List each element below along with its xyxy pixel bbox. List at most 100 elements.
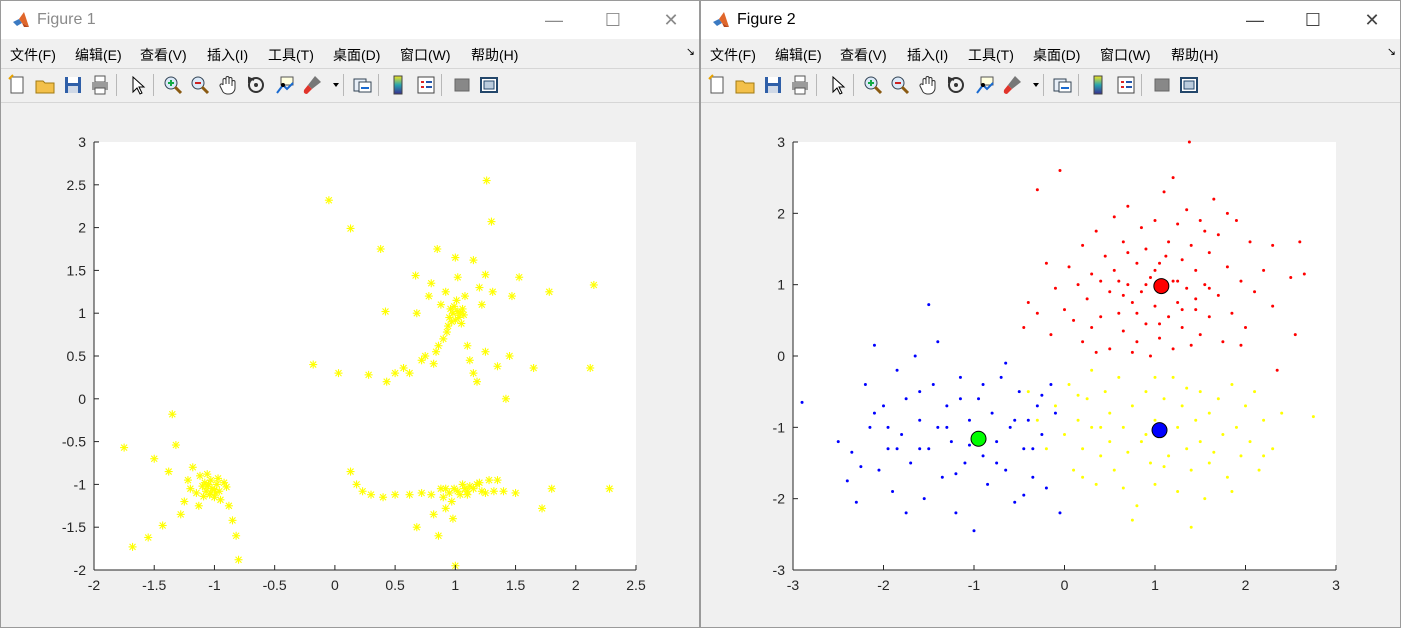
data-point — [1262, 418, 1266, 422]
maximize-button[interactable]: ☐ — [590, 5, 636, 35]
rotate-3d-icon[interactable] — [245, 74, 267, 96]
data-point — [475, 478, 484, 487]
data-point — [183, 476, 192, 485]
menu-tools[interactable]: 工具(T) — [268, 45, 314, 65]
pan-hand-icon[interactable] — [917, 74, 939, 96]
menu-insert[interactable]: 插入(I) — [207, 45, 248, 65]
print-icon[interactable] — [789, 74, 811, 96]
select-pointer-icon[interactable] — [126, 74, 148, 96]
menu-tools[interactable]: 工具(T) — [968, 45, 1014, 65]
insert-legend-icon[interactable] — [415, 74, 437, 96]
close-button[interactable]: ✕ — [1349, 5, 1395, 35]
data-point — [1081, 340, 1085, 344]
menu-window[interactable]: 窗口(W) — [1100, 45, 1151, 65]
figure2-toolbar — [701, 68, 1400, 103]
data-point — [1153, 482, 1157, 486]
data-point — [206, 476, 215, 485]
data-point — [1194, 308, 1198, 312]
link-plot-icon[interactable] — [1051, 74, 1073, 96]
pan-hand-icon[interactable] — [217, 74, 239, 96]
figure2-menubar: 文件(F) 编辑(E) 查看(V) 插入(I) 工具(T) 桌面(D) 窗口(W… — [701, 39, 1400, 68]
show-plot-tools-icon[interactable] — [478, 74, 500, 96]
figure2-axes[interactable]: -3 -2 -1 0 1 2 3 -3 -2 -1 0 1 2 3 — [701, 103, 1401, 628]
figure1-titlebar[interactable]: Figure 1 — ☐ ✕ — [1, 1, 699, 39]
brush-dropdown-icon[interactable] — [325, 74, 339, 96]
open-file-icon[interactable] — [734, 74, 756, 96]
menu-view[interactable]: 查看(V) — [140, 45, 187, 65]
brush-icon[interactable] — [301, 74, 323, 96]
minimize-button[interactable]: — — [531, 5, 577, 35]
insert-colorbar-icon[interactable] — [1087, 74, 1109, 96]
data-point — [845, 479, 849, 483]
rotate-3d-icon[interactable] — [945, 74, 967, 96]
data-point — [171, 441, 180, 450]
print-icon[interactable] — [89, 74, 111, 96]
new-figure-icon[interactable] — [6, 74, 28, 96]
x-tick-label: 2 — [1242, 577, 1250, 593]
zoom-in-icon[interactable] — [862, 74, 884, 96]
menu-desktop[interactable]: 桌面(D) — [1033, 45, 1080, 65]
data-point — [1103, 390, 1107, 394]
data-point — [1280, 411, 1284, 415]
data-point — [1176, 279, 1180, 283]
data-point — [458, 304, 467, 313]
data-point — [1262, 268, 1266, 272]
menu-file[interactable]: 文件(F) — [10, 45, 56, 65]
menu-file[interactable]: 文件(F) — [710, 45, 756, 65]
data-point — [1112, 268, 1116, 272]
menu-help[interactable]: 帮助(H) — [471, 45, 518, 65]
data-point — [158, 521, 167, 530]
insert-legend-icon[interactable] — [1115, 74, 1137, 96]
menu-view[interactable]: 查看(V) — [840, 45, 887, 65]
link-plot-icon[interactable] — [351, 74, 373, 96]
data-point — [1244, 325, 1247, 329]
data-point — [1121, 425, 1125, 429]
menu-edit[interactable]: 编辑(E) — [775, 45, 822, 65]
data-point — [918, 390, 922, 394]
new-figure-icon[interactable] — [706, 74, 728, 96]
dock-arrow-icon[interactable]: ↘ — [686, 45, 695, 58]
figure2-titlebar[interactable]: Figure 2 — ☐ ✕ — [701, 1, 1400, 39]
data-point — [1176, 425, 1180, 429]
data-point — [412, 309, 421, 318]
zoom-out-icon[interactable] — [889, 74, 911, 96]
data-cursor-icon[interactable] — [273, 74, 295, 96]
zoom-in-icon[interactable] — [162, 74, 184, 96]
brush-dropdown-icon[interactable] — [1025, 74, 1039, 96]
figure1-axes[interactable]: -2 -1.5 -1 -0.5 0 0.5 1 1.5 2 2.5 -2 -1.5 -1 -0.5 0 0.5… — [1, 103, 701, 628]
data-point — [1194, 297, 1198, 301]
minimize-button[interactable]: — — [1232, 5, 1278, 35]
hide-plot-tools-icon[interactable] — [1151, 74, 1173, 96]
menu-insert[interactable]: 插入(I) — [907, 45, 948, 65]
menu-window[interactable]: 窗口(W) — [400, 45, 451, 65]
menu-desktop[interactable]: 桌面(D) — [333, 45, 380, 65]
maximize-button[interactable]: ☐ — [1290, 5, 1336, 35]
save-icon[interactable] — [62, 74, 84, 96]
data-point — [1081, 475, 1085, 479]
data-cursor-icon[interactable] — [973, 74, 995, 96]
hide-plot-tools-icon[interactable] — [451, 74, 473, 96]
data-point — [1239, 454, 1243, 458]
data-point — [180, 497, 189, 506]
select-pointer-icon[interactable] — [826, 74, 848, 96]
data-point — [1164, 254, 1168, 258]
brush-icon[interactable] — [1001, 74, 1023, 96]
dock-arrow-icon[interactable]: ↘ — [1387, 45, 1396, 58]
data-point — [493, 476, 502, 485]
menu-help[interactable]: 帮助(H) — [1171, 45, 1218, 65]
show-plot-tools-icon[interactable] — [1178, 74, 1200, 96]
data-point — [1126, 450, 1130, 454]
zoom-out-icon[interactable] — [189, 74, 211, 96]
axes-background — [793, 142, 1336, 570]
y-tick-label: 1.5 — [67, 262, 87, 278]
data-point — [1253, 290, 1257, 294]
close-button[interactable]: ✕ — [648, 5, 694, 35]
data-point — [1176, 301, 1180, 304]
data-point — [1121, 240, 1125, 244]
open-file-icon[interactable] — [34, 74, 56, 96]
save-icon[interactable] — [762, 74, 784, 96]
insert-colorbar-icon[interactable] — [387, 74, 409, 96]
menu-edit[interactable]: 编辑(E) — [75, 45, 122, 65]
data-point — [1185, 286, 1189, 290]
data-point — [1099, 454, 1103, 458]
